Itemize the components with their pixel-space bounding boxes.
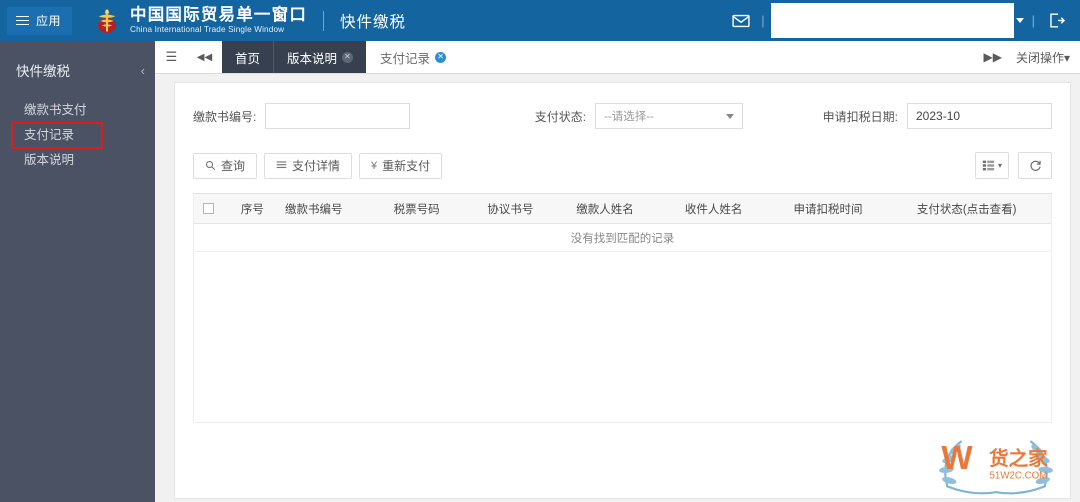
column-header-agreement-no[interactable]: 协议书号 <box>483 201 572 217</box>
tab-menu-icon[interactable]: ☰ <box>155 41 188 73</box>
field-payment-status: 支付状态: --请选择-- <box>534 103 744 129</box>
column-header-seq[interactable]: 序号 <box>224 201 281 217</box>
app-menu-button[interactable]: 应用 <box>7 6 73 35</box>
brand-title-en: China International Trade Single Window <box>130 24 285 34</box>
tax-deduction-date-input[interactable]: 2023-10 <box>907 103 1052 129</box>
columns-icon <box>982 160 995 171</box>
sidebar-item-label: 支付记录 <box>24 128 75 142</box>
mail-icon[interactable] <box>731 11 751 31</box>
columns-toggle-button[interactable]: ▾ <box>975 152 1009 179</box>
sidebar: 快件缴税 ‹ 缴款书支付 支付记录 版本说明 <box>0 41 155 502</box>
tax-deduction-date-value: 2023-10 <box>916 109 961 123</box>
module-title: 快件缴税 <box>340 13 407 31</box>
header-divider <box>323 10 325 31</box>
sidebar-item-version-notes[interactable]: 版本说明 <box>0 148 155 173</box>
sidebar-item-label: 版本说明 <box>24 153 75 167</box>
table-body: 没有找到匹配的记录 <box>194 224 1051 422</box>
sidebar-header: 快件缴税 ‹ <box>0 52 155 88</box>
repay-button[interactable]: ¥ 重新支付 <box>359 152 443 179</box>
tab-bar: ☰ ◀◀ 首页 版本说明 ✕ 支付记录 ✕ ▶▶ 关闭操作▾ <box>155 41 1080 74</box>
app-header: 应用 中国国际贸易单一窗口 China International Trade … <box>0 0 1080 41</box>
tab-operations-menu[interactable]: 关闭操作▾ <box>1016 49 1070 66</box>
chevron-left-icon[interactable]: ‹ <box>141 63 145 78</box>
payment-records-panel: 缴款书编号: 支付状态: --请选择-- 申请扣税日期: 2023-10 查询 … <box>174 82 1071 499</box>
header-right-group: | | <box>731 0 1080 41</box>
close-icon[interactable]: ✕ <box>435 51 447 63</box>
sidebar-menu: 缴款书支付 支付记录 版本说明 <box>0 98 155 173</box>
field-payment-order-no: 缴款书编号: <box>193 103 411 129</box>
column-header-order-no[interactable]: 缴款书编号 <box>281 201 390 217</box>
search-button[interactable]: 查询 <box>193 152 258 179</box>
payment-detail-button[interactable]: 支付详情 <box>264 152 353 179</box>
column-header-deduction-time[interactable]: 申请扣税时间 <box>789 201 912 217</box>
brand: 中国国际贸易单一窗口 China International Trade Sin… <box>92 6 307 36</box>
column-header-payer-name[interactable]: 缴款人姓名 <box>572 201 681 217</box>
payment-status-select[interactable]: --请选择-- <box>595 103 744 129</box>
app-menu-label: 应用 <box>36 14 62 28</box>
brand-text: 中国国际贸易单一窗口 China International Trade Sin… <box>130 5 308 35</box>
content-area: 缴款书编号: 支付状态: --请选择-- 申请扣税日期: 2023-10 查询 … <box>155 74 1080 502</box>
action-toolbar: 查询 支付详情 ¥ 重新支付 ▾ <box>193 152 1052 179</box>
search-icon <box>205 160 216 171</box>
search-form: 缴款书编号: 支付状态: --请选择-- 申请扣税日期: 2023-10 <box>193 99 1052 133</box>
yuan-icon: ¥ <box>371 159 378 172</box>
empty-state-message: 没有找到匹配的记录 <box>194 224 1051 252</box>
sidebar-item-payment-order[interactable]: 缴款书支付 <box>0 98 155 123</box>
select-all-cell <box>194 203 224 214</box>
tab-label: 首页 <box>235 51 261 66</box>
button-label: 支付详情 <box>292 159 341 173</box>
header-separator-1: | <box>761 13 765 28</box>
tab-scroll-prev-icon[interactable]: ◀◀ <box>188 41 221 73</box>
tab-payment-records[interactable]: 支付记录 ✕ <box>366 41 460 73</box>
payment-records-table: 序号 缴款书编号 税票号码 协议书号 缴款人姓名 收件人姓名 申请扣税时间 支付… <box>193 193 1052 423</box>
tab-bar-right-group: ▶▶ 关闭操作▾ <box>983 41 1080 73</box>
chevron-down-icon: ▾ <box>997 161 1002 170</box>
select-all-checkbox[interactable] <box>203 203 215 214</box>
field-label: 缴款书编号: <box>193 109 257 124</box>
tab-operations-label: 关闭操作 <box>1015 50 1064 65</box>
field-tax-deduction-date: 申请扣税日期: 2023-10 <box>823 103 1052 129</box>
customs-emblem-icon <box>98 8 117 33</box>
sidebar-item-label: 缴款书支付 <box>24 103 87 117</box>
close-icon[interactable]: ✕ <box>342 51 354 63</box>
button-label: 查询 <box>221 159 246 173</box>
payment-order-no-input[interactable] <box>265 103 411 129</box>
sidebar-item-payment-records[interactable]: 支付记录 <box>11 122 103 149</box>
logout-icon[interactable] <box>1047 11 1066 30</box>
refresh-button[interactable] <box>1018 152 1052 179</box>
chevron-down-icon[interactable] <box>1015 18 1024 23</box>
tab-label: 版本说明 <box>287 51 338 66</box>
tab-version-notes[interactable]: 版本说明 ✕ <box>273 41 367 73</box>
hamburger-icon <box>16 15 29 26</box>
tab-scroll-next-icon[interactable]: ▶▶ <box>983 50 1001 64</box>
header-separator-2: | <box>1031 13 1035 28</box>
chevron-down-icon: ▾ <box>1063 50 1070 65</box>
user-name-field[interactable] <box>770 3 1014 38</box>
payment-status-value: --请选择-- <box>604 111 654 123</box>
refresh-icon <box>1029 160 1041 171</box>
table-header-row: 序号 缴款书编号 税票号码 协议书号 缴款人姓名 收件人姓名 申请扣税时间 支付… <box>194 194 1051 224</box>
table-tools-group: ▾ <box>975 152 1052 179</box>
chevron-down-icon <box>726 114 735 119</box>
list-detail-icon <box>276 161 287 169</box>
sidebar-title: 快件缴税 <box>16 64 70 79</box>
button-label: 重新支付 <box>382 159 431 173</box>
column-header-tax-receipt-no[interactable]: 税票号码 <box>390 201 484 217</box>
tab-home[interactable]: 首页 <box>221 41 274 73</box>
brand-title-cn: 中国国际贸易单一窗口 <box>130 5 308 24</box>
column-header-payment-status[interactable]: 支付状态(点击查看) <box>913 201 1051 217</box>
column-header-recipient-name[interactable]: 收件人姓名 <box>681 201 790 217</box>
field-label: 支付状态: <box>534 109 587 124</box>
tab-label: 支付记录 <box>380 51 431 66</box>
field-label: 申请扣税日期: <box>822 109 898 124</box>
